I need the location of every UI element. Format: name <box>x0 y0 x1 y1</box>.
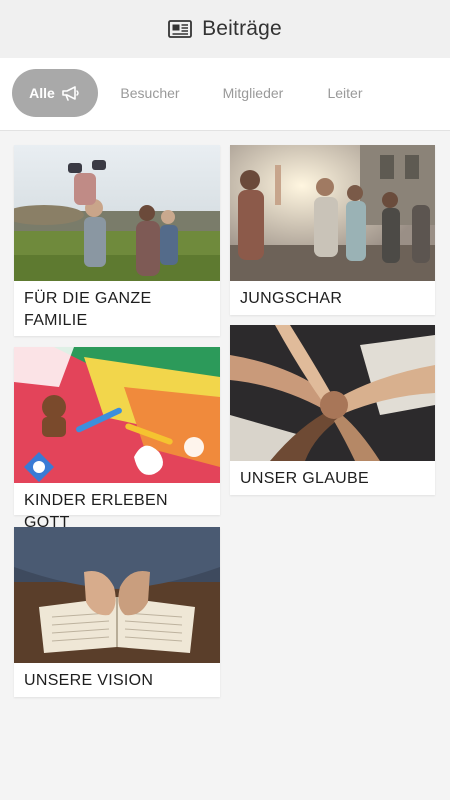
post-card-familie[interactable]: FÜR DIE GANZE FAMILIE <box>14 145 220 336</box>
youth-group-photo <box>230 145 435 281</box>
newspaper-icon <box>168 20 192 38</box>
praying-hands-bible-photo <box>14 527 220 663</box>
tab-besucher[interactable]: Besucher <box>108 69 192 117</box>
family-photo <box>14 145 220 281</box>
post-card-kinder[interactable]: KINDER ERLEBEN GOTT <box>14 347 220 531</box>
card-title: FÜR DIE GANZE FAMILIE <box>24 290 152 329</box>
card-title: UNSER GLAUBE <box>240 470 369 487</box>
post-card-vision[interactable]: UNSERE VISION <box>14 527 220 697</box>
filter-tab-bar: Alle Besucher Mitglieder Leiter <box>0 58 450 131</box>
card-title: UNSERE VISION <box>24 672 154 689</box>
post-card-glaube[interactable]: UNSER GLAUBE <box>230 325 435 495</box>
app-header: Beiträge <box>0 0 450 58</box>
tab-alle[interactable]: Alle <box>12 69 98 117</box>
page-title: Beiträge <box>202 17 282 40</box>
megaphone-icon <box>62 86 79 101</box>
card-title: JUNGSCHAR <box>240 290 343 307</box>
tab-besucher-label: Besucher <box>120 85 180 101</box>
tab-leiter-label: Leiter <box>327 85 363 101</box>
tab-mitglieder-label: Mitglieder <box>222 85 284 101</box>
kids-crafts-photo <box>14 347 220 483</box>
tab-alle-label: Alle <box>29 85 55 101</box>
tab-leiter[interactable]: Leiter <box>314 69 376 117</box>
hands-together-photo <box>230 325 435 461</box>
post-card-jungschar[interactable]: JUNGSCHAR <box>230 145 435 315</box>
tab-mitglieder[interactable]: Mitglieder <box>210 69 296 117</box>
